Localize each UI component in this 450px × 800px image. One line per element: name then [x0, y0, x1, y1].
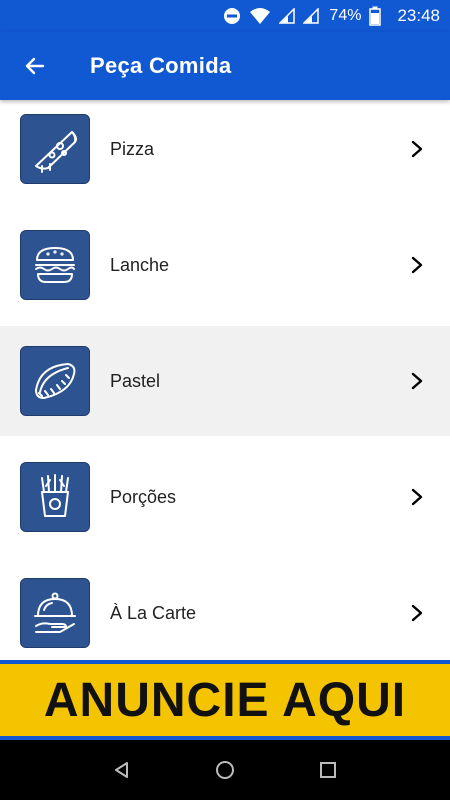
chevron-right-icon — [411, 604, 423, 622]
ad-banner-body: ANUNCIE AQUI — [0, 664, 450, 736]
category-list: Pizza Lanche Pastel Porções À La Carte — [0, 100, 450, 660]
list-item-label: À La Carte — [110, 602, 197, 623]
list-item-label: Porções — [110, 486, 177, 507]
signal-icon — [303, 8, 320, 24]
arrow-left-icon — [25, 57, 45, 75]
chevron-right-icon — [411, 140, 423, 158]
list-item-lanche[interactable]: Lanche — [0, 210, 450, 320]
page-title: Peça Comida — [90, 53, 232, 78]
list-item-label: Pastel — [110, 370, 161, 391]
pizza-icon — [20, 114, 90, 184]
nav-back-button[interactable] — [102, 750, 142, 790]
pastel-icon — [20, 346, 90, 416]
circle-home-icon — [215, 761, 234, 779]
battery-percent: 74% — [329, 7, 362, 24]
signal-icon — [279, 8, 296, 24]
fries-icon — [20, 462, 90, 532]
status-bar: 74% 23:48 — [0, 0, 450, 32]
do-not-disturb-icon — [223, 7, 241, 25]
battery-icon — [369, 6, 382, 26]
nav-home-button[interactable] — [205, 750, 245, 790]
ad-banner[interactable]: ANUNCIE AQUI — [0, 660, 450, 740]
list-item-pizza[interactable]: Pizza — [0, 100, 450, 204]
list-item-pastel[interactable]: Pastel — [0, 326, 450, 436]
list-item-porcoes[interactable]: Porções — [0, 442, 450, 552]
app-bar: Peça Comida — [0, 32, 450, 100]
back-button[interactable] — [0, 32, 70, 100]
chevron-right-icon — [411, 488, 423, 506]
triangle-back-icon — [114, 762, 128, 778]
cloche-icon — [20, 578, 90, 648]
list-item-label: Pizza — [110, 138, 155, 159]
ad-text: ANUNCIE AQUI — [43, 673, 407, 727]
wifi-icon — [249, 7, 271, 25]
nav-recents-button[interactable] — [308, 750, 348, 790]
list-item-label: Lanche — [110, 254, 170, 275]
burger-icon — [20, 230, 90, 300]
status-time: 23:48 — [397, 6, 440, 25]
chevron-right-icon — [411, 372, 423, 390]
square-recents-icon — [320, 762, 337, 778]
list-item-a-la-carte[interactable]: À La Carte — [0, 558, 450, 660]
system-nav-bar — [0, 740, 450, 800]
chevron-right-icon — [411, 256, 423, 274]
